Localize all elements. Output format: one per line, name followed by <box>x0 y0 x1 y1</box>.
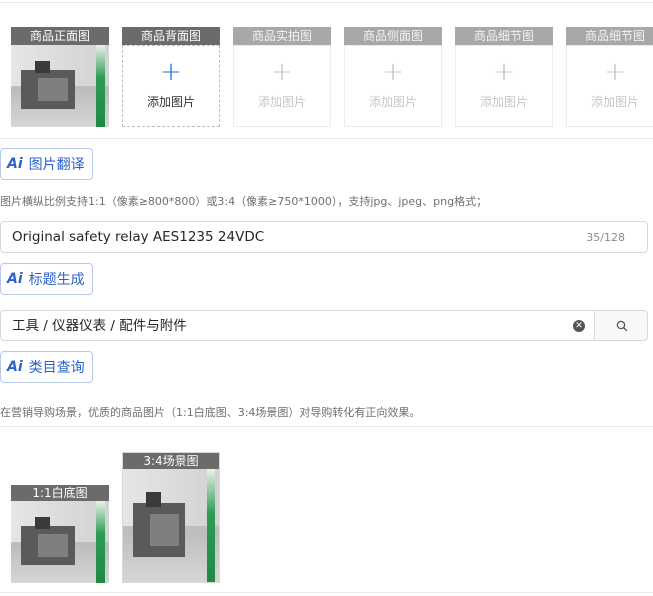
image-slot-label: 商品细节图 <box>455 27 553 45</box>
add-image-button[interactable]: + 添加图片 <box>122 45 220 127</box>
clear-icon[interactable]: ✕ <box>573 320 585 332</box>
add-image-label: 添加图片 <box>257 95 306 109</box>
add-image-label: 添加图片 <box>590 95 639 109</box>
ai-image-translate-label: 图片翻译 <box>28 157 85 173</box>
add-image-button[interactable]: + 添加图片 <box>455 45 553 127</box>
top-divider <box>0 2 653 3</box>
title-char-count: 35/128 <box>586 231 625 244</box>
marketing-image-thumbnail[interactable] <box>11 501 109 583</box>
image-slot-label: 商品实拍图 <box>233 27 331 45</box>
section-divider <box>0 138 653 139</box>
plus-icon: + <box>271 57 293 87</box>
marketing-image-scene[interactable]: 3:4场景图 <box>122 452 220 583</box>
image-slot-detail-2[interactable]: 商品细节图 + 添加图片 <box>566 27 653 127</box>
ai-icon: Ai <box>7 156 23 172</box>
add-image-button[interactable]: + 添加图片 <box>344 45 442 127</box>
image-slot-front[interactable]: 商品正面图 <box>11 27 109 127</box>
ai-category-query-button[interactable]: Ai 类目查询 <box>0 351 93 383</box>
title-input[interactable]: Original safety relay AES1235 24VDC 35/1… <box>0 221 648 253</box>
add-image-label: 添加图片 <box>368 95 417 109</box>
plus-icon: + <box>160 57 182 87</box>
ai-category-query-label: 类目查询 <box>28 360 85 376</box>
add-image-label: 添加图片 <box>479 95 528 109</box>
image-slot-label: 商品背面图 <box>122 27 220 45</box>
category-value: 工具 / 仪器仪表 / 配件与附件 <box>12 318 187 334</box>
plus-icon: + <box>382 57 404 87</box>
search-icon <box>616 320 628 332</box>
ai-icon: Ai <box>7 359 23 375</box>
add-image-button[interactable]: + 添加图片 <box>233 45 331 127</box>
category-search-button[interactable] <box>594 310 648 341</box>
image-slot-label: 商品细节图 <box>566 27 653 45</box>
plus-icon: + <box>604 57 626 87</box>
ai-icon: Ai <box>7 271 23 287</box>
marketing-image-label: 3:4场景图 <box>123 453 219 469</box>
image-slot-label: 商品侧面图 <box>344 27 442 45</box>
image-slot-label: 商品正面图 <box>11 27 109 45</box>
category-select[interactable]: 工具 / 仪器仪表 / 配件与附件 ✕ <box>0 310 595 341</box>
ai-title-generate-button[interactable]: Ai 标题生成 <box>0 263 93 295</box>
image-slot-back[interactable]: 商品背面图 + 添加图片 <box>122 27 220 127</box>
image-format-hint: 图片横纵比例支持1:1（像素≥800*800）或3:4（像素≥750*1000）… <box>0 195 488 208</box>
title-input-value: Original safety relay AES1235 24VDC <box>12 229 265 245</box>
image-slot-detail-1[interactable]: 商品细节图 + 添加图片 <box>455 27 553 127</box>
plus-icon: + <box>493 57 515 87</box>
image-slot-side[interactable]: 商品侧面图 + 添加图片 <box>344 27 442 127</box>
marketing-image-square[interactable]: 1:1白底图 <box>11 485 109 583</box>
marketing-image-label: 1:1白底图 <box>11 485 109 501</box>
bottom-divider <box>0 592 653 593</box>
add-image-button[interactable]: + 添加图片 <box>566 45 653 127</box>
ai-title-generate-label: 标题生成 <box>28 272 85 288</box>
product-image-thumbnail[interactable] <box>11 45 109 127</box>
marketing-image-hint: 在营销导购场景，优质的商品图片（1:1白底图、3:4场景图）对导购转化有正向效果… <box>0 406 421 419</box>
ai-image-translate-button[interactable]: Ai 图片翻译 <box>0 148 93 180</box>
add-image-label: 添加图片 <box>146 95 195 109</box>
marketing-image-thumbnail[interactable] <box>123 469 219 582</box>
image-slot-real-shot[interactable]: 商品实拍图 + 添加图片 <box>233 27 331 127</box>
section-divider <box>0 426 653 427</box>
